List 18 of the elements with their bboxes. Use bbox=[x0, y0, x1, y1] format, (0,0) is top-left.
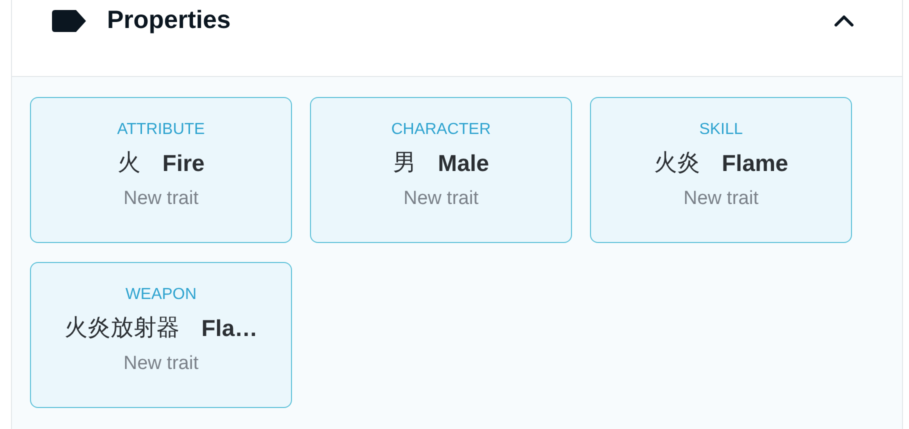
card-label: WEAPON bbox=[125, 285, 197, 305]
tag-icon bbox=[52, 10, 86, 32]
trait-value: Fire bbox=[162, 150, 205, 176]
card-label: CHARACTER bbox=[391, 120, 491, 140]
native-name: 男 bbox=[392, 150, 416, 176]
trait-value: Flame bbox=[722, 150, 788, 176]
native-name: 火炎放射器 bbox=[64, 315, 180, 341]
trait-note: New trait bbox=[684, 188, 758, 210]
card-label: SKILL bbox=[699, 120, 743, 140]
trait-value: Male bbox=[438, 150, 490, 176]
trait-note: New trait bbox=[124, 188, 198, 210]
native-name: 火炎 bbox=[654, 150, 700, 176]
trait-note: New trait bbox=[124, 353, 198, 375]
panel-title: Properties bbox=[107, 9, 231, 31]
trait-value: Fla… bbox=[201, 315, 258, 341]
native-name: 火 bbox=[117, 150, 140, 176]
card-label: ATTRIBUTE bbox=[117, 120, 205, 140]
trait-note: New trait bbox=[404, 188, 478, 210]
